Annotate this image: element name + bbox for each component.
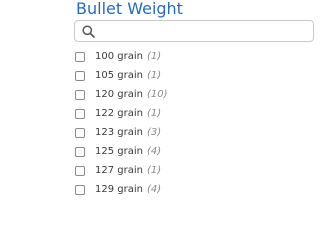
checkbox[interactable]	[75, 127, 85, 138]
option-label: 122 grain	[95, 108, 143, 119]
checkbox[interactable]	[75, 165, 85, 176]
weight-option[interactable]: 100 grain (1)	[75, 47, 168, 66]
option-label: 123 grain	[95, 127, 143, 138]
option-label: 105 grain	[95, 70, 143, 81]
filter-title: Bullet Weight	[76, 0, 183, 18]
option-label: 125 grain	[95, 146, 143, 157]
search-input[interactable]	[101, 23, 301, 39]
weight-option[interactable]: 127 grain (1)	[75, 161, 168, 180]
weight-option[interactable]: 123 grain (3)	[75, 123, 168, 142]
option-count: (1)	[146, 70, 162, 81]
option-count: (4)	[146, 146, 162, 157]
option-count: (10)	[146, 89, 168, 100]
weight-option[interactable]: 122 grain (1)	[75, 104, 168, 123]
checkbox[interactable]	[75, 146, 85, 157]
option-label: 120 grain	[95, 89, 143, 100]
option-label: 127 grain	[95, 165, 143, 176]
checkbox[interactable]	[75, 70, 85, 81]
bullet-weight-filter-panel: Bullet Weight 100 grain (1) 105 grain (1…	[0, 0, 314, 200]
option-count: (1)	[146, 165, 162, 176]
checkbox[interactable]	[75, 184, 85, 195]
search-box[interactable]	[74, 20, 314, 42]
option-count: (4)	[146, 184, 162, 195]
option-count: (3)	[146, 127, 162, 138]
weight-option[interactable]: 125 grain (4)	[75, 142, 168, 161]
weight-option[interactable]: 105 grain (1)	[75, 66, 168, 85]
weight-option[interactable]: 129 grain (4)	[75, 180, 168, 199]
weight-options-list: 100 grain (1) 105 grain (1) 120 grain (1…	[75, 47, 168, 199]
option-count: (1)	[146, 108, 162, 119]
weight-option[interactable]: 120 grain (10)	[75, 85, 168, 104]
option-count: (1)	[146, 51, 162, 62]
option-label: 129 grain	[95, 184, 143, 195]
option-label: 100 grain	[95, 51, 143, 62]
checkbox[interactable]	[75, 51, 85, 62]
search-icon	[82, 25, 95, 38]
checkbox[interactable]	[75, 108, 85, 119]
checkbox[interactable]	[75, 89, 85, 100]
